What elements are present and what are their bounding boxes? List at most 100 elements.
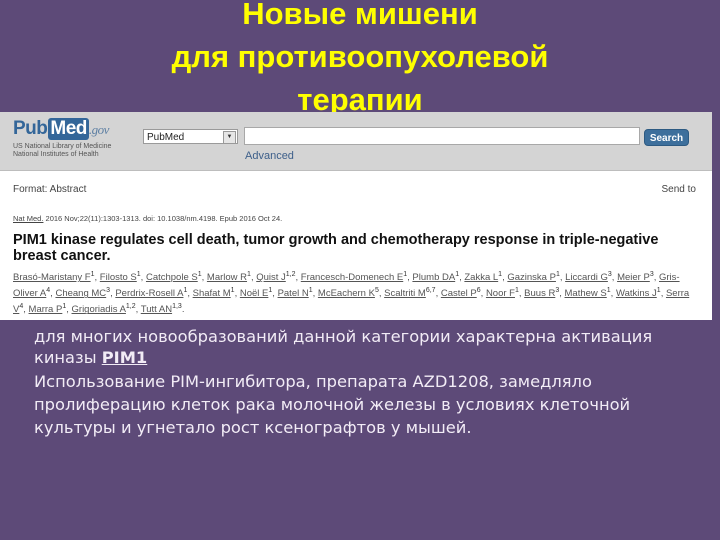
author-link[interactable]: Watkins J xyxy=(616,288,657,299)
author-link[interactable]: Meier P xyxy=(617,272,650,283)
author-affiliation[interactable]: 1,3 xyxy=(172,303,182,310)
author-affiliation[interactable]: 1 xyxy=(268,287,272,294)
author-link[interactable]: Tutt AN xyxy=(141,304,172,315)
author-affiliation[interactable]: 1 xyxy=(556,271,560,278)
pubmed-header: Pub Med .gov US National Library of Medici… xyxy=(0,112,712,171)
author-affiliation[interactable]: 1 xyxy=(309,287,313,294)
logo-gov: .gov xyxy=(88,122,110,137)
author-link[interactable]: Zakka L xyxy=(464,272,498,283)
citation: Nat Med. 2016 Nov;22(11):1303-1313. doi:… xyxy=(13,214,282,223)
author-link[interactable]: Francesch-Domenech E xyxy=(301,272,403,283)
slide-title-line: для противоопухолевой xyxy=(171,39,549,74)
author-affiliation[interactable]: 1 xyxy=(403,271,407,278)
author-affiliation[interactable]: 3 xyxy=(608,271,612,278)
author-affiliation[interactable]: 1 xyxy=(607,287,611,294)
author-affiliation[interactable]: 1 xyxy=(183,287,187,294)
chevron-down-icon[interactable]: ▼ xyxy=(223,131,236,144)
logo-pub: Pub xyxy=(13,118,48,139)
author-affiliation[interactable]: 6,7 xyxy=(426,287,436,294)
author-link[interactable]: Filosto S xyxy=(100,272,137,283)
author-entry: Brasó-Maristany F1 xyxy=(13,271,95,283)
author-affiliation[interactable]: 3 xyxy=(650,271,654,278)
author-entry: Noël E1 xyxy=(240,287,272,299)
author-link[interactable]: Catchpole S xyxy=(146,272,198,283)
author-entry: Perdrix-Rosell A1 xyxy=(115,287,187,299)
author-affiliation[interactable]: 1 xyxy=(91,271,95,278)
slide-title: Новые мишени для противоопухолевой терап… xyxy=(0,0,720,121)
body-paragraph-1: для многих новообразований данной катего… xyxy=(34,326,694,368)
search-input[interactable] xyxy=(244,127,640,145)
author-entry: Filosto S1 xyxy=(100,271,141,283)
author-entry: Catchpole S1 xyxy=(146,271,202,283)
author-affiliation[interactable]: 1 xyxy=(137,271,141,278)
author-affiliation[interactable]: 1,2 xyxy=(126,303,136,310)
author-entry: Marlow R1 xyxy=(207,271,251,283)
author-entry: Plumb DA1 xyxy=(412,271,459,283)
author-link[interactable]: Quist J xyxy=(256,272,286,283)
author-affiliation[interactable]: 4 xyxy=(46,287,50,294)
author-link[interactable]: McEachern K xyxy=(318,288,375,299)
author-entry: Meier P3 xyxy=(617,271,654,283)
author-affiliation[interactable]: 5 xyxy=(375,287,379,294)
author-affiliation[interactable]: 3 xyxy=(555,287,559,294)
author-affiliation[interactable]: 1,2 xyxy=(286,271,296,278)
author-entry: Noor F1 xyxy=(486,287,519,299)
author-affiliation[interactable]: 4 xyxy=(19,303,23,310)
journal-link[interactable]: Nat Med. xyxy=(13,214,43,223)
author-affiliation[interactable]: 1 xyxy=(657,287,661,294)
advanced-search-link[interactable]: Advanced xyxy=(245,150,294,162)
format-selector[interactable]: Format: Abstract xyxy=(13,184,86,195)
author-entry: Mathew S1 xyxy=(565,287,611,299)
author-link[interactable]: Buus R xyxy=(524,288,555,299)
author-link[interactable]: Marra P xyxy=(29,304,63,315)
author-link[interactable]: Noël E xyxy=(240,288,269,299)
author-affiliation[interactable]: 1 xyxy=(247,271,251,278)
author-entry: Tutt AN1,3 xyxy=(141,303,182,315)
author-entry: Quist J1,2 xyxy=(256,271,296,283)
author-link[interactable]: Liccardi G xyxy=(565,272,608,283)
database-select[interactable]: PubMed ▼ xyxy=(143,129,238,144)
send-to-button[interactable]: Send to xyxy=(662,184,696,195)
author-affiliation[interactable]: 1 xyxy=(455,271,459,278)
author-link[interactable]: Noor F xyxy=(486,288,515,299)
author-entry: Gazinska P1 xyxy=(507,271,560,283)
author-link[interactable]: Cheang MC xyxy=(55,288,106,299)
author-link[interactable]: Castel P xyxy=(441,288,477,299)
author-entry: Patel N1 xyxy=(278,287,313,299)
author-entry: Castel P6 xyxy=(441,287,481,299)
logo-subtitle: US National Library of Medicine xyxy=(13,143,112,150)
pubmed-screenshot: Pub Med .gov US National Library of Medici… xyxy=(0,112,712,320)
author-link[interactable]: Mathew S xyxy=(565,288,607,299)
author-link[interactable]: Brasó-Maristany F xyxy=(13,272,91,283)
author-link[interactable]: Plumb DA xyxy=(412,272,455,283)
author-entry: Buus R3 xyxy=(524,287,559,299)
author-link[interactable]: Patel N xyxy=(278,288,309,299)
author-entry: Scaltriti M6,7 xyxy=(384,287,436,299)
author-affiliation[interactable]: 1 xyxy=(62,303,66,310)
author-entry: McEachern K5 xyxy=(318,287,379,299)
search-button[interactable]: Search xyxy=(644,129,689,146)
author-affiliation[interactable]: 3 xyxy=(106,287,110,294)
author-entry: Zakka L1 xyxy=(464,271,502,283)
author-link[interactable]: Grigoriadis A xyxy=(72,304,126,315)
author-link[interactable]: Shafat M xyxy=(193,288,231,299)
author-link[interactable]: Scaltriti M xyxy=(384,288,426,299)
author-affiliation[interactable]: 1 xyxy=(515,287,519,294)
slide-body: для многих новообразований данной катего… xyxy=(34,326,694,439)
author-link[interactable]: Marlow R xyxy=(207,272,247,283)
author-affiliation[interactable]: 1 xyxy=(231,287,235,294)
author-link[interactable]: Perdrix-Rosell A xyxy=(115,288,183,299)
author-entry: Cheang MC3 xyxy=(55,287,110,299)
database-select-value: PubMed xyxy=(147,132,185,143)
citation-details: 2016 Nov;22(11):1303-1313. doi: 10.1038/… xyxy=(43,214,283,223)
author-entry: Shafat M1 xyxy=(193,287,235,299)
pubmed-logo[interactable]: Pub Med .gov US National Library of Medici… xyxy=(13,118,111,159)
logo-med: Med xyxy=(48,118,89,140)
article-title: PIM1 kinase regulates cell death, tumor … xyxy=(13,232,659,264)
author-affiliation[interactable]: 1 xyxy=(198,271,202,278)
author-affiliation[interactable]: 6 xyxy=(477,287,481,294)
slide-title-line: Новые мишени xyxy=(242,0,478,31)
pim1-link[interactable]: PIM1 xyxy=(102,348,148,367)
author-link[interactable]: Gazinska P xyxy=(507,272,556,283)
author-affiliation[interactable]: 1 xyxy=(498,271,502,278)
